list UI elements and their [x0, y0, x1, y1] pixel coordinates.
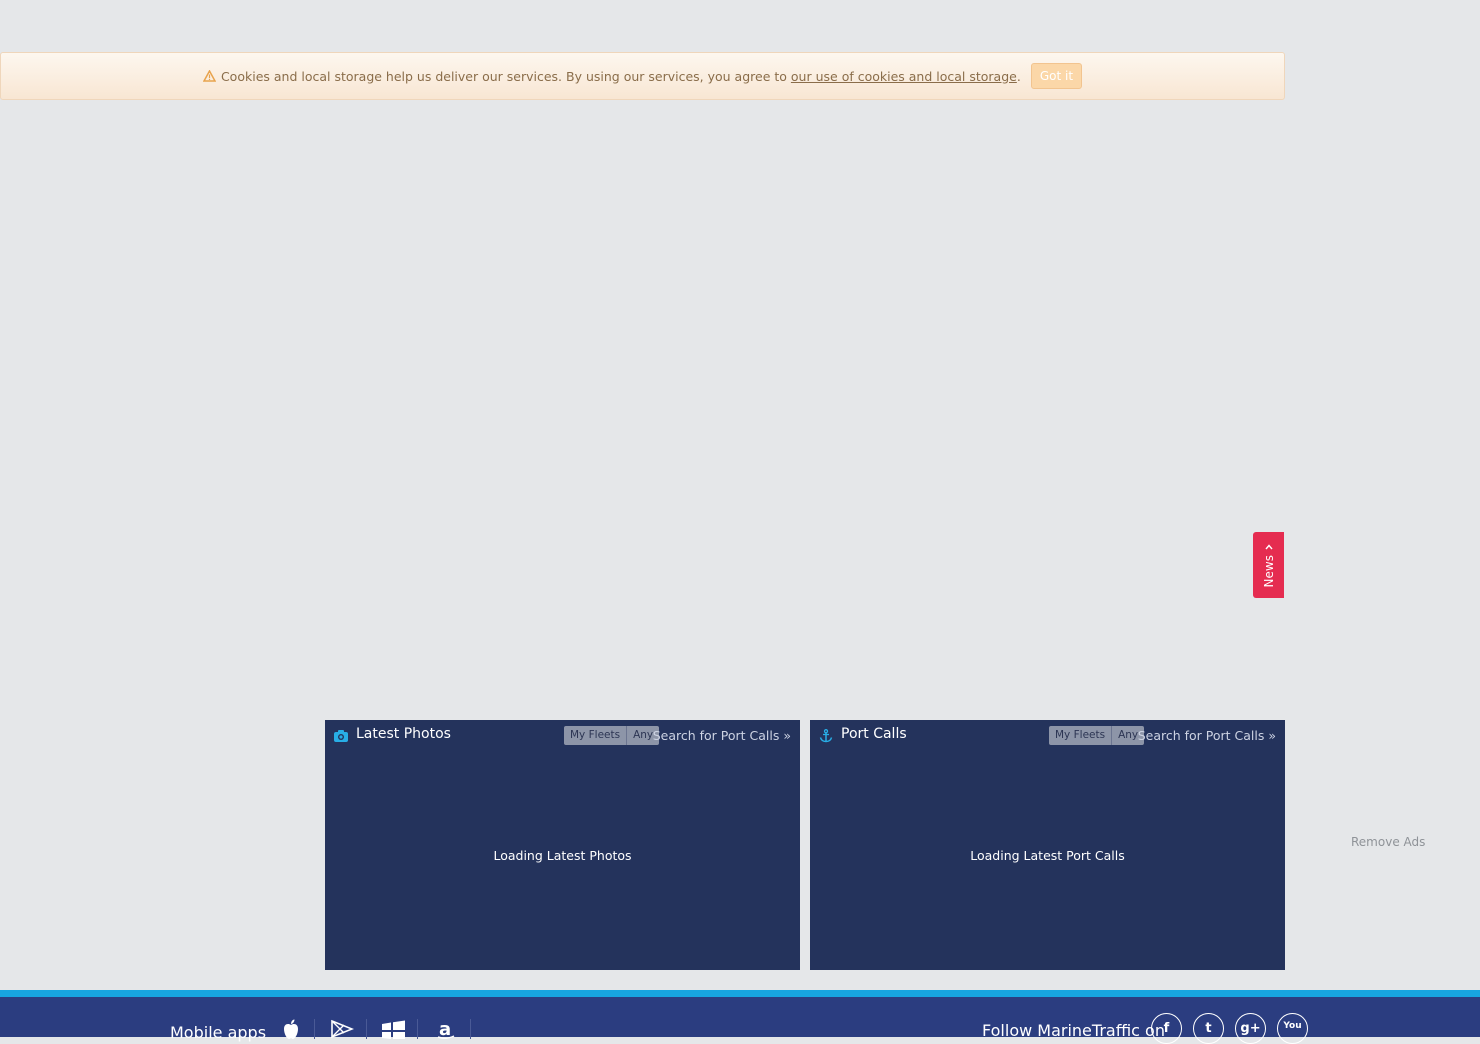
follow-label: Follow MarineTraffic on	[982, 1021, 1165, 1040]
svg-text:a: a	[439, 1019, 451, 1039]
facebook-icon[interactable]: f	[1151, 1013, 1182, 1044]
calls-fleet-filter: My Fleets Any	[1049, 726, 1145, 745]
footer-accent-line	[0, 990, 1480, 997]
calls-loading-text: Loading Latest Port Calls	[970, 848, 1125, 863]
port-calls-title: Port Calls	[841, 726, 907, 742]
photos-filter-my-fleets[interactable]: My Fleets	[564, 726, 626, 745]
latest-photos-panel: Latest Photos My Fleets Any Search for P…	[325, 720, 800, 970]
twitter-icon[interactable]: t	[1193, 1013, 1224, 1044]
latest-photos-header: Latest Photos My Fleets Any Search for P…	[325, 720, 800, 752]
apple-icon[interactable]	[280, 1019, 315, 1039]
got-it-button[interactable]: Got it	[1030, 63, 1083, 89]
cookie-policy-link[interactable]: our use of cookies and local storage	[791, 69, 1017, 84]
google-plus-icon[interactable]: g+	[1235, 1013, 1266, 1044]
camera-icon	[333, 728, 349, 742]
anchor-icon	[818, 728, 834, 743]
port-calls-panel: Port Calls My Fleets Any Search for Port…	[810, 720, 1285, 970]
warning-icon	[202, 69, 217, 82]
calls-search-link[interactable]: Search for Port Calls »	[1138, 728, 1276, 743]
cookie-banner: Cookies and local storage help us delive…	[0, 52, 1285, 100]
youtube-icon[interactable]: You	[1277, 1013, 1308, 1044]
latest-photos-title: Latest Photos	[356, 726, 451, 742]
port-calls-header: Port Calls My Fleets Any Search for Port…	[810, 720, 1285, 752]
amazon-icon[interactable]: a	[436, 1019, 471, 1039]
remove-ads-link[interactable]: Remove Ads	[1351, 835, 1425, 849]
photos-search-link[interactable]: Search for Port Calls »	[653, 728, 791, 743]
photos-fleet-filter: My Fleets Any	[564, 726, 660, 745]
chevron-up-icon	[1264, 543, 1273, 553]
windows-icon[interactable]	[381, 1019, 418, 1039]
cookie-period: .	[1016, 68, 1021, 84]
mobile-apps-label: Mobile apps	[170, 1023, 267, 1042]
news-tab[interactable]: News	[1253, 532, 1284, 598]
news-tab-label: News	[1261, 554, 1276, 588]
cookie-text: Cookies and local storage help us delive…	[220, 68, 787, 84]
photos-loading-text: Loading Latest Photos	[493, 848, 632, 863]
footer: Mobile apps a Follow MarineTraffic on f …	[0, 997, 1480, 1044]
google-play-icon[interactable]	[330, 1019, 367, 1039]
calls-filter-my-fleets[interactable]: My Fleets	[1049, 726, 1111, 745]
